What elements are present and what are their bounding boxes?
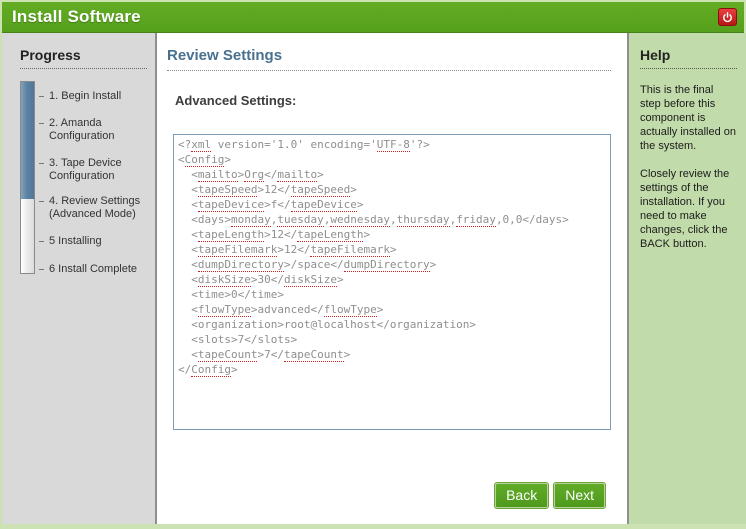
progress-steps: 1. Begin Install 2. Amanda Configuration 3…: [39, 81, 147, 276]
misspelled-word: mailto: [197, 168, 238, 182]
xml-line: <dumpDirectory>/space</dumpDirectory>: [178, 258, 437, 272]
misspelled-word: UTF-8: [376, 138, 410, 152]
misspelled-word: tapeSpeed: [290, 183, 351, 197]
progress-bar-fill: [21, 82, 34, 199]
misspelled-word: friday: [456, 213, 496, 227]
xml-line: <diskSize>30</diskSize>: [178, 273, 344, 287]
advanced-settings-label: Advanced Settings:: [175, 93, 297, 108]
power-button[interactable]: [718, 8, 737, 26]
misspelled-word: tuesday: [277, 213, 324, 227]
progress-bar: [20, 81, 35, 274]
xml-line: <days>monday,tuesday,wednesday,thursday,…: [178, 213, 569, 227]
main-panel: Review Settings Advanced Settings: <?xml…: [157, 33, 627, 524]
page-title: Install Software: [12, 7, 141, 26]
xml-settings-editor[interactable]: <?xml version='1.0' encoding='UTF-8'?> <C…: [173, 134, 611, 430]
xml-line: <tapeFilemark>12</tapeFilemark>: [178, 243, 397, 257]
progress-step-3: 3. Tape Device Configuration: [39, 157, 147, 183]
misspelled-word: tapeFilemark: [310, 243, 390, 257]
install-wizard-window: Install Software Progress 1. Begin Insta…: [0, 0, 746, 529]
misspelled-word: diskSize: [283, 273, 337, 287]
progress-area: 1. Begin Install 2. Amanda Configuration 3…: [20, 81, 147, 276]
misspelled-word: Config: [191, 363, 231, 377]
progress-step-2: 2. Amanda Configuration: [39, 117, 147, 143]
misspelled-word: flowType: [197, 303, 251, 317]
xml-line: <mailto>Org</mailto>: [178, 168, 324, 182]
xml-line: <time>0</time>: [178, 288, 284, 301]
misspelled-word: tapeCount: [197, 348, 258, 362]
help-panel: Help This is the final step before this …: [627, 33, 746, 524]
xml-line: <flowType>advanced</flowType>: [178, 303, 384, 317]
misspelled-word: monday: [230, 213, 271, 227]
misspelled-word: dumpDirectory: [197, 258, 284, 272]
xml-line: </Config>: [178, 363, 238, 377]
xml-line: <slots>7</slots>: [178, 333, 298, 346]
misspelled-word: tapeCount: [283, 348, 344, 362]
xml-line: <Config>: [178, 153, 231, 167]
misspelled-word: Config: [184, 153, 225, 167]
misspelled-word: diskSize: [197, 273, 251, 287]
help-heading: Help: [640, 47, 737, 69]
progress-sidebar: Progress 1. Begin Install 2. Amanda Confi…: [2, 33, 157, 524]
progress-heading: Progress: [20, 47, 147, 69]
misspelled-word: thursday: [396, 213, 450, 227]
xml-line: <organization>root@localhost</organizati…: [178, 318, 477, 331]
xml-line: <?xml version='1.0' encoding='UTF-8'?>: [178, 138, 430, 152]
help-paragraph-2: Closely review the settings of the insta…: [640, 168, 730, 250]
next-button[interactable]: Next: [553, 482, 606, 509]
misspelled-word: tapeDevice: [290, 198, 357, 212]
misspelled-word: flowType: [323, 303, 377, 317]
progress-step-5: 5 Installing: [39, 235, 147, 248]
back-button[interactable]: Back: [494, 482, 550, 509]
xml-line: <tapeCount>7</tapeCount>: [178, 348, 351, 362]
xml-line: <tapeSpeed>12</tapeSpeed>: [178, 183, 357, 197]
titlebar: Install Software: [2, 2, 744, 33]
misspelled-word: xml: [191, 138, 212, 152]
misspelled-word: tapeSpeed: [197, 183, 258, 197]
help-paragraph-1: This is the final step before this compo…: [640, 84, 737, 152]
wizard-buttons: Back Next: [167, 482, 606, 509]
misspelled-word: mailto: [277, 168, 318, 182]
misspelled-word: tapeFilemark: [197, 243, 278, 257]
progress-step-4: 4. Review Settings (Advanced Mode): [39, 195, 147, 221]
xml-line: <tapeDevice>f</tapeDevice>: [178, 198, 364, 212]
section-title: Review Settings: [167, 47, 611, 71]
misspelled-word: wednesday: [330, 213, 390, 227]
misspelled-word: Org: [244, 168, 265, 182]
misspelled-word: dumpDirectory: [343, 258, 430, 272]
misspelled-word: tapeDevice: [197, 198, 265, 212]
progress-step-1: 1. Begin Install: [39, 90, 147, 103]
xml-line: <tapeLength>12</tapeLength>: [178, 228, 371, 242]
power-icon: [723, 11, 732, 22]
progress-step-6: 6 Install Complete: [39, 263, 147, 276]
misspelled-word: tapeLength: [197, 228, 265, 242]
misspelled-word: tapeLength: [297, 228, 364, 242]
